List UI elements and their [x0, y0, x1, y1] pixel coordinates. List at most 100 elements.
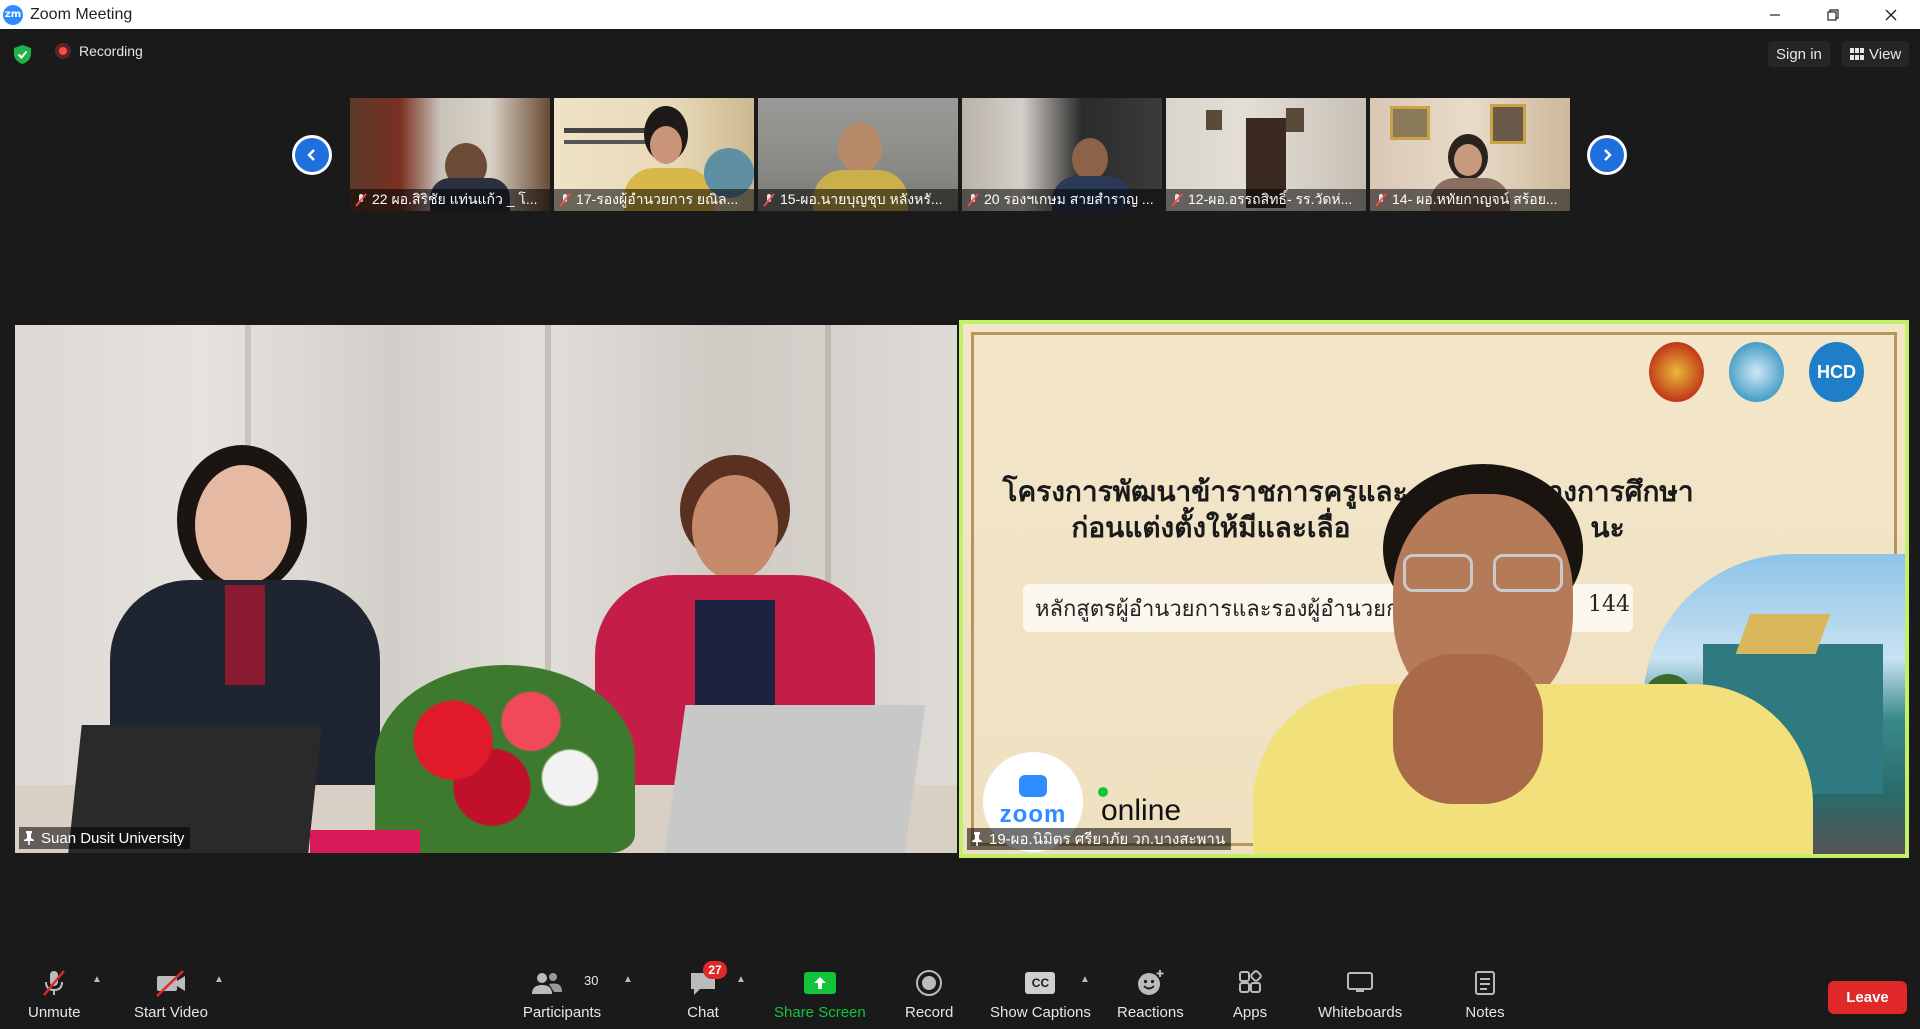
- apps-label: Apps: [1232, 1004, 1268, 1021]
- main-video-right-active-speaker[interactable]: HCD โครงการพัฒนาข้าราชการครูและ างการศึกษ…: [959, 320, 1909, 858]
- restore-button[interactable]: [1804, 0, 1862, 29]
- participant-thumbnail[interactable]: 22 ผอ.สิริชัย แท่นแก้ว _ โ...: [350, 98, 550, 211]
- sign-in-button[interactable]: Sign in: [1768, 41, 1830, 67]
- participant-thumbnail[interactable]: 12-ผอ.อรรถสิทธิ์- รร.วัดห่...: [1166, 98, 1366, 211]
- minimize-button[interactable]: [1746, 0, 1804, 29]
- mic-muted-icon: [355, 193, 367, 207]
- slide-title-line1: โครงการพัฒนาข้าราชการครูและ: [1002, 475, 1408, 508]
- royal-emblem-logo: [1729, 342, 1784, 402]
- slide-subtitle-text: หลักสูตรผู้อำนวยการและรองผู้อำนวยก: [1035, 596, 1400, 622]
- participants-label: Participants: [522, 1004, 602, 1021]
- view-button[interactable]: View: [1842, 41, 1910, 67]
- thumbnail-label: 14- ผอ.หทัยกาญจน์ สร้อย...: [1370, 189, 1570, 211]
- minimize-icon: [1770, 13, 1780, 16]
- show-captions-button[interactable]: CC Show Captions: [990, 969, 1091, 1027]
- unmute-label: Unmute: [28, 1004, 81, 1021]
- captions-options-caret-icon[interactable]: ▲: [1080, 974, 1090, 985]
- restore-icon: [1827, 8, 1839, 21]
- participants-options-caret-icon[interactable]: ▲: [623, 974, 633, 985]
- close-icon: [1885, 9, 1897, 20]
- pin-icon: [24, 831, 34, 845]
- previous-page-button[interactable]: [292, 135, 332, 175]
- mic-muted-icon: [1171, 193, 1183, 207]
- thumbnail-label: 20 รองฯเกษม สายสำราญ ...: [962, 189, 1162, 211]
- participant-name: 17-รองผู้อำนวยการ ยณิล...: [576, 191, 739, 207]
- security-shield-icon[interactable]: [14, 45, 31, 64]
- video-options-caret-icon[interactable]: ▲: [214, 974, 224, 985]
- participants-button[interactable]: 30 Participants: [522, 969, 602, 1027]
- start-video-button[interactable]: Start Video: [134, 969, 208, 1027]
- unmute-button[interactable]: Unmute: [28, 969, 81, 1027]
- slide-title-line2-tail: นะ: [1590, 511, 1625, 544]
- apps-button[interactable]: Apps: [1230, 969, 1270, 1027]
- notes-label: Notes: [1465, 1004, 1505, 1021]
- record-button[interactable]: Record: [905, 969, 953, 1027]
- reactions-label: Reactions: [1117, 1004, 1184, 1021]
- record-icon: [916, 970, 943, 996]
- mic-muted-icon: [559, 193, 571, 207]
- participant-video: [15, 325, 957, 853]
- leave-button[interactable]: Leave: [1828, 981, 1907, 1014]
- slide-title-line1-tail: างการศึกษา: [1547, 475, 1694, 508]
- share-screen-button[interactable]: Share Screen: [774, 969, 866, 1027]
- next-page-button[interactable]: [1587, 135, 1627, 175]
- main-video-left[interactable]: Suan Dusit University: [15, 325, 957, 853]
- thumbnail-label: 15-ผอ.นายบุญชุบ หลังหรั...: [758, 189, 958, 211]
- microphone-muted-icon: [43, 970, 66, 996]
- audio-options-caret-icon[interactable]: ▲: [92, 974, 102, 985]
- record-label: Record: [905, 1004, 954, 1021]
- whiteboard-icon: [1347, 972, 1374, 992]
- whiteboards-button[interactable]: Whiteboards: [1318, 969, 1402, 1027]
- video-name-label: Suan Dusit University: [19, 827, 191, 849]
- participant-thumbnail[interactable]: 17-รองผู้อำนวยการ ยณิล...: [554, 98, 754, 211]
- notes-icon: [1475, 971, 1495, 995]
- participant-thumbnail[interactable]: 15-ผอ.นายบุญชุบ หลังหรั...: [758, 98, 958, 211]
- window-title: Zoom Meeting: [30, 5, 133, 23]
- participant-thumbnail[interactable]: 14- ผอ.หทัยกาญจน์ สร้อย...: [1370, 98, 1570, 211]
- share-screen-icon: [803, 972, 836, 994]
- start-video-label: Start Video: [134, 1004, 208, 1021]
- zoom-window: zm Zoom Meeting Recording Sign in View 2…: [0, 0, 1920, 1029]
- video-camera-off-icon: [156, 970, 185, 997]
- meeting-top-bar: Recording Sign in View: [0, 29, 1920, 77]
- chat-options-caret-icon[interactable]: ▲: [736, 974, 746, 985]
- slide-title-line2: ก่อนแต่งตั้งให้มีและเลื่อ: [1071, 511, 1351, 544]
- meeting-toolbar: Unmute ▲ Start Video ▲ 30 Participants ▲…: [0, 957, 1920, 1029]
- online-text: online: [1101, 794, 1182, 827]
- zoom-app-icon: zm: [3, 4, 23, 25]
- zoom-logo-text: zoom: [999, 801, 1067, 828]
- chevron-left-icon: [307, 149, 315, 161]
- share-screen-label: Share Screen: [774, 1004, 866, 1021]
- chevron-right-icon: [1604, 149, 1612, 161]
- close-button[interactable]: [1862, 0, 1920, 29]
- grid-view-icon: [1850, 48, 1864, 60]
- participant-name: 20 รองฯเกษม สายสำราญ ...: [984, 191, 1154, 207]
- chat-button[interactable]: 27 Chat: [683, 961, 727, 1027]
- recording-indicator[interactable]: Recording: [55, 43, 143, 59]
- window-controls: [1746, 0, 1920, 29]
- notes-button[interactable]: Notes: [1465, 969, 1505, 1027]
- reactions-button[interactable]: Reactions: [1117, 969, 1184, 1027]
- apps-icon: [1239, 970, 1262, 993]
- chat-unread-badge: 27: [703, 961, 727, 979]
- show-captions-label: Show Captions: [990, 1004, 1091, 1021]
- mic-muted-icon: [763, 193, 775, 207]
- thumbnail-label: 12-ผอ.อรรถสิทธิ์- รร.วัดห่...: [1166, 189, 1366, 211]
- obec-logo: [1649, 342, 1704, 402]
- thumbnail-label: 22 ผอ.สิริชัย แท่นแก้ว _ โ...: [350, 189, 550, 211]
- reactions-smiley-icon: [1138, 970, 1164, 995]
- slide-title: โครงการพัฒนาข้าราชการครูและ างการศึกษา ก่…: [998, 474, 1698, 546]
- participant-name: 22 ผอ.สิริชัย แท่นแก้ว _ โ...: [372, 191, 538, 207]
- participants-icon: [532, 973, 562, 994]
- participant-thumbnail[interactable]: 20 รองฯเกษม สายสำราญ ...: [962, 98, 1162, 211]
- thumbnail-label: 17-รองผู้อำนวยการ ยณิล...: [554, 189, 754, 211]
- mic-muted-icon: [1375, 193, 1387, 207]
- participants-count: 30: [584, 973, 599, 988]
- participant-name: Suan Dusit University: [41, 829, 185, 847]
- view-label: View: [1869, 45, 1902, 63]
- chat-label: Chat: [687, 1004, 719, 1021]
- pin-icon: [972, 832, 982, 846]
- video-name-label: 19-ผอ.นิมิตร ศรียาภัย วก.บางสะพาน: [967, 828, 1232, 850]
- participant-name: 19-ผอ.นิมิตร ศรียาภัย วก.บางสะพาน: [989, 831, 1226, 848]
- participant-name: 15-ผอ.นายบุญชุบ หลังหรั...: [780, 191, 943, 207]
